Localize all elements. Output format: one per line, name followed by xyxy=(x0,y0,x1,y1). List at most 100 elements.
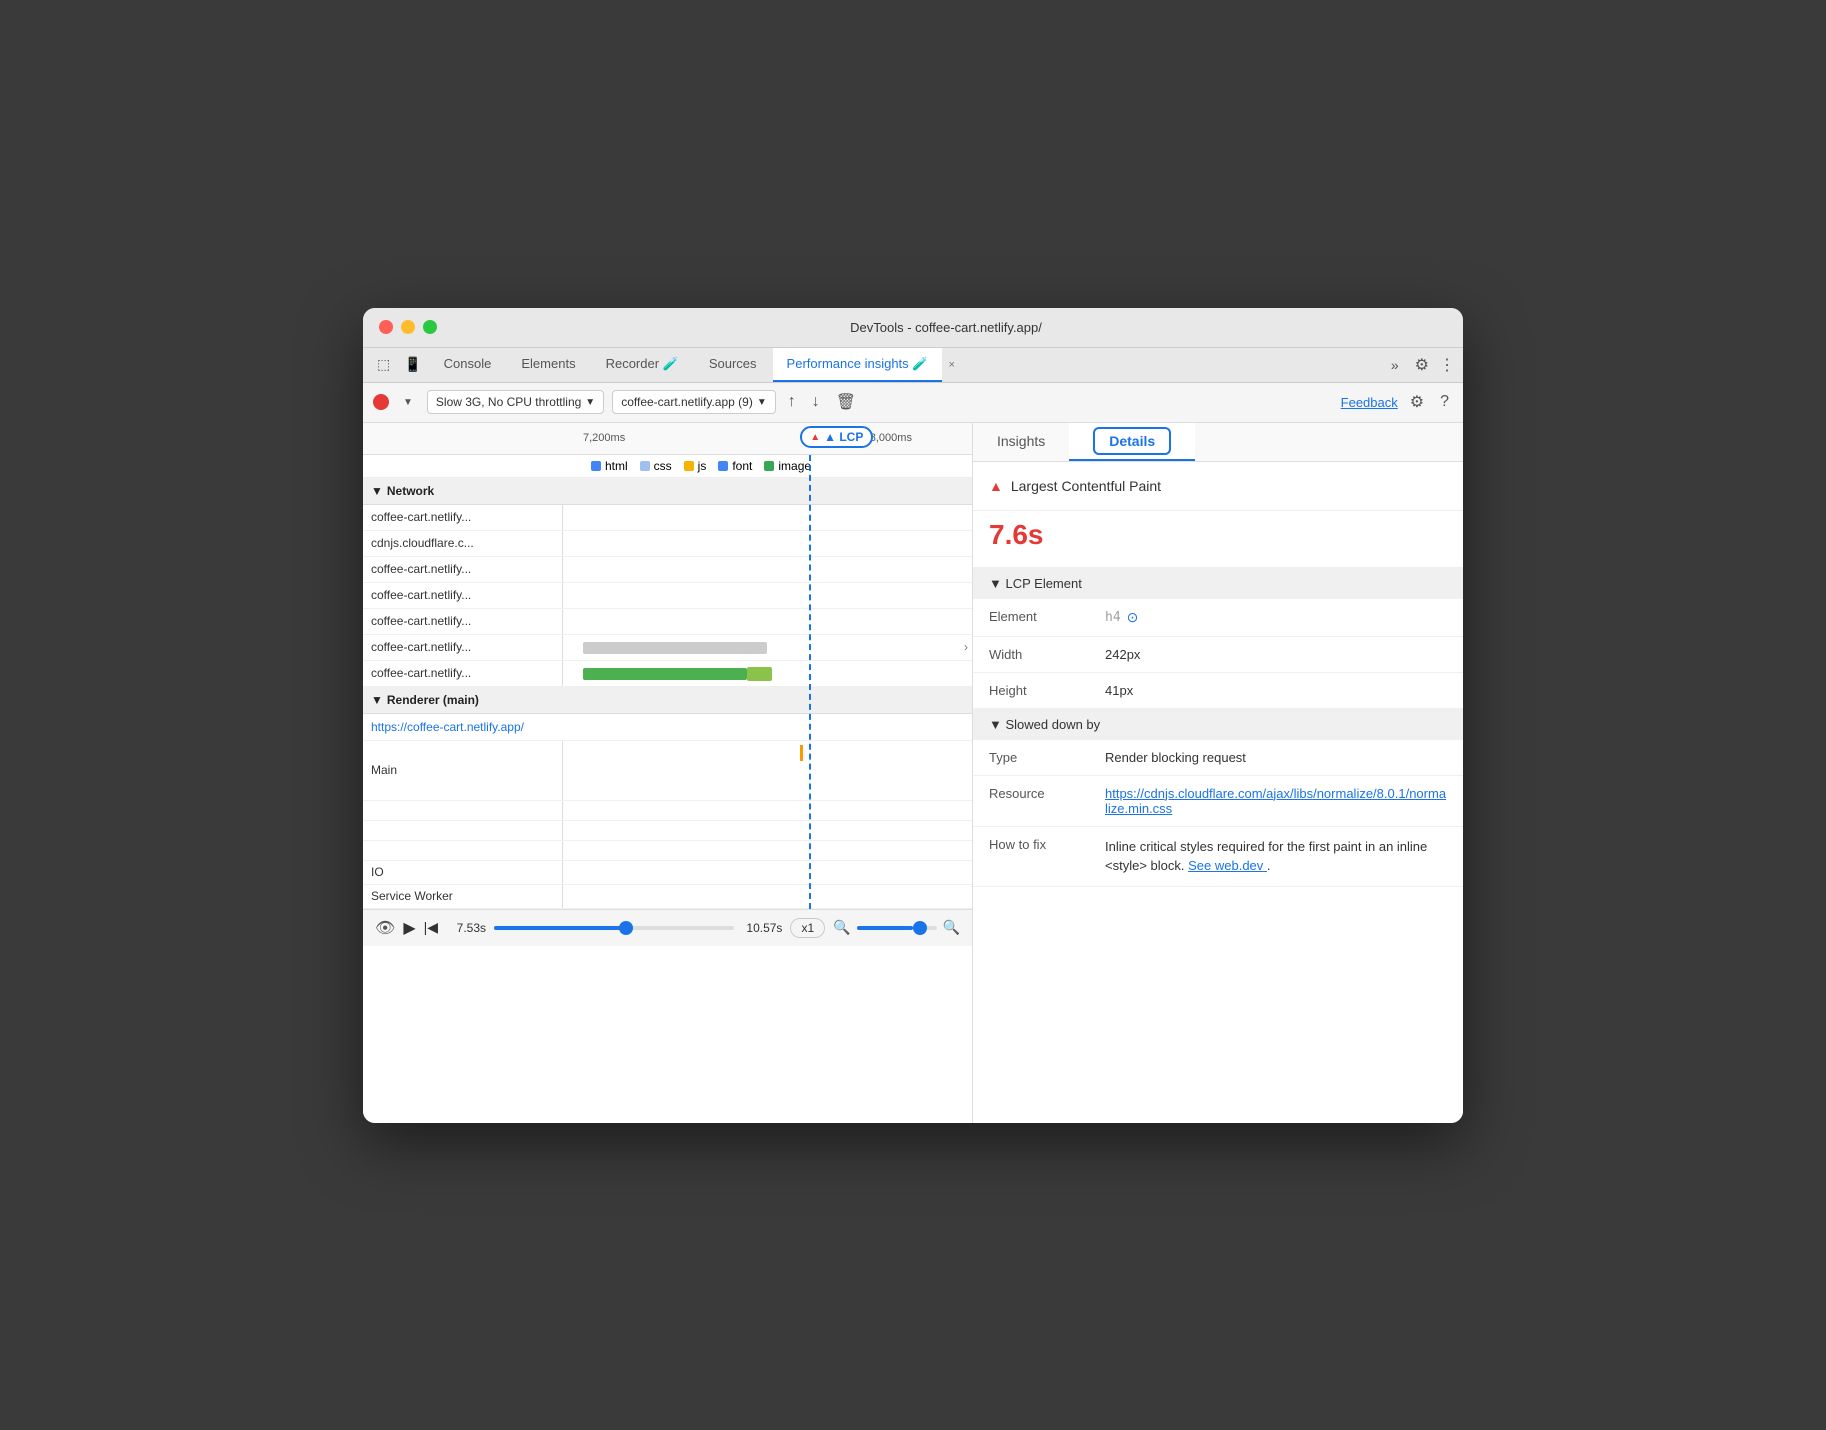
devtools-tabbar: ⬚ 📱 Console Elements Recorder 🧪 Sources … xyxy=(363,348,1463,383)
screenshot-icon[interactable]: 👁 xyxy=(375,918,395,938)
height-value: 41px xyxy=(1105,683,1133,698)
tab-close-icon[interactable]: × xyxy=(948,359,954,371)
settings-gear-icon[interactable]: ⚙ xyxy=(1406,390,1428,414)
settings-icon[interactable]: ⚙ xyxy=(1415,355,1429,375)
network-collapse-icon[interactable]: ▼ xyxy=(371,484,383,498)
delete-button[interactable]: 🗑 xyxy=(832,390,860,414)
network-rows: coffee-cart.netlify... cdnjs.cloudflare.… xyxy=(363,505,972,687)
table-row xyxy=(363,821,972,841)
help-icon[interactable]: ? xyxy=(1436,391,1453,413)
lcp-insight-header: ▲ Largest Contentful Paint xyxy=(973,462,1463,511)
right-panel: Insights Details ▲ Largest Contentful Pa… xyxy=(973,423,1463,1123)
more-options-icon[interactable]: ⋮ xyxy=(1439,355,1455,375)
close-button[interactable] xyxy=(379,320,393,334)
detail-row-element: Element h4 ⊙ xyxy=(973,599,1463,637)
minimize-button[interactable] xyxy=(401,320,415,334)
tab-sources[interactable]: Sources xyxy=(695,348,771,381)
slowed-section[interactable]: ▼ Slowed down by xyxy=(973,709,1463,740)
tab-dropdown[interactable]: coffee-cart.netlify.app (9) ▼ xyxy=(612,390,776,414)
table-row: Main xyxy=(363,741,972,801)
renderer-url-link[interactable]: https://coffee-cart.netlify.app/ xyxy=(371,720,524,734)
lcp-element-section[interactable]: ▼ LCP Element xyxy=(973,568,1463,599)
resource-link[interactable]: https://cdnjs.cloudflare.com/ajax/libs/n… xyxy=(1105,786,1447,816)
scrubber-fill xyxy=(494,926,626,930)
resource-value: https://cdnjs.cloudflare.com/ajax/libs/n… xyxy=(1105,786,1447,816)
more-tabs-icon[interactable]: » xyxy=(1385,349,1405,381)
details-tab-label: Details xyxy=(1093,427,1171,455)
width-label: Width xyxy=(989,647,1089,662)
zoom-thumb[interactable] xyxy=(913,921,927,935)
network-bar-area xyxy=(563,583,972,608)
renderer-bar-area xyxy=(563,801,972,820)
zoom-in-icon[interactable]: 🔍 xyxy=(943,919,960,936)
network-bar-area: › xyxy=(563,635,972,660)
renderer-bar-area xyxy=(563,821,972,840)
legend-image: image xyxy=(764,459,811,473)
network-bar-area xyxy=(563,531,972,556)
table-row: coffee-cart.netlify... › xyxy=(363,635,972,661)
tab-console[interactable]: Console xyxy=(430,348,506,381)
export-button[interactable]: ↓ xyxy=(808,391,824,413)
see-webdev-link[interactable]: See web.dev xyxy=(1188,858,1267,873)
network-bar-area xyxy=(563,609,972,634)
record-button[interactable] xyxy=(373,394,389,410)
network-bar-small xyxy=(747,667,772,681)
table-row: coffee-cart.netlify... xyxy=(363,557,972,583)
element-label: Element xyxy=(989,609,1089,626)
playback-bar: 👁 ▶ |◀ 7.53s 10.57s x1 🔍 xyxy=(363,909,972,946)
tab-recorder[interactable]: Recorder 🧪 xyxy=(592,348,693,382)
current-time: 7.53s xyxy=(446,921,486,935)
tab-elements[interactable]: Elements xyxy=(507,348,589,381)
cursor-icon[interactable]: ⬚ xyxy=(371,348,396,381)
network-row-label: coffee-cart.netlify... xyxy=(363,557,563,582)
scrubber-thumb[interactable] xyxy=(619,921,633,935)
dropdown-arrow-icon[interactable]: ▼ xyxy=(397,389,419,416)
renderer-collapse-icon[interactable]: ▼ xyxy=(371,693,383,707)
device-icon[interactable]: 📱 xyxy=(398,348,427,381)
scale-8000: 8,000ms xyxy=(870,432,912,444)
feedback-link[interactable]: Feedback xyxy=(1341,395,1398,410)
timeline-scrubber[interactable] xyxy=(494,926,734,930)
chevron-down-icon: ▼ xyxy=(585,397,595,408)
tab-performance-insights[interactable]: Performance insights 🧪 xyxy=(773,348,943,382)
detail-row-resource: Resource https://cdnjs.cloudflare.com/aj… xyxy=(973,776,1463,827)
maximize-button[interactable] xyxy=(423,320,437,334)
html-dot xyxy=(591,461,601,471)
renderer-row-label xyxy=(363,841,563,860)
network-section-header: ▼ Network xyxy=(363,478,972,505)
speed-badge[interactable]: x1 xyxy=(790,918,825,938)
table-row: coffee-cart.netlify... xyxy=(363,583,972,609)
network-bar-area xyxy=(563,505,972,530)
network-bar-area xyxy=(563,661,972,686)
play-button[interactable]: ▶ xyxy=(403,918,415,938)
renderer-row-label: IO xyxy=(363,861,563,884)
renderer-bar-area xyxy=(563,841,972,860)
chevron-right-icon[interactable]: › xyxy=(964,640,968,654)
timeline-scale: 7,200ms ▲ ▲ LCP 8,000ms xyxy=(563,423,972,455)
import-button[interactable]: ↑ xyxy=(784,391,800,413)
main-content: 7,200ms ▲ ▲ LCP 8,000ms xyxy=(363,423,1463,1123)
element-value: h4 ⊙ xyxy=(1105,609,1138,626)
zoom-out-icon[interactable]: 🔍 xyxy=(833,919,850,936)
how-to-fix-value: Inline critical styles required for the … xyxy=(1105,837,1447,876)
detail-row-type: Type Render blocking request xyxy=(973,740,1463,776)
chevron-down-icon: ▼ xyxy=(757,397,767,408)
network-row-label: coffee-cart.netlify... xyxy=(363,505,563,530)
inspect-icon[interactable]: ⊙ xyxy=(1127,609,1139,626)
tab-insights[interactable]: Insights xyxy=(973,423,1069,461)
zoom-slider[interactable] xyxy=(857,926,937,930)
renderer-row-label xyxy=(363,821,563,840)
type-label: Type xyxy=(989,750,1089,765)
tab-details[interactable]: Details xyxy=(1069,423,1195,461)
image-dot xyxy=(764,461,774,471)
renderer-bar-area xyxy=(563,885,972,908)
table-row: coffee-cart.netlify... xyxy=(363,505,972,531)
warning-triangle-icon: ▲ xyxy=(989,478,1003,494)
legend-font: font xyxy=(718,459,752,473)
skip-to-start-icon[interactable]: |◀ xyxy=(424,919,438,936)
end-time: 10.57s xyxy=(742,921,782,935)
renderer-row-label: Main xyxy=(363,741,563,800)
table-row: IO xyxy=(363,861,972,885)
detail-row-height: Height 41px xyxy=(973,673,1463,709)
network-profile-dropdown[interactable]: Slow 3G, No CPU throttling ▼ xyxy=(427,390,604,414)
